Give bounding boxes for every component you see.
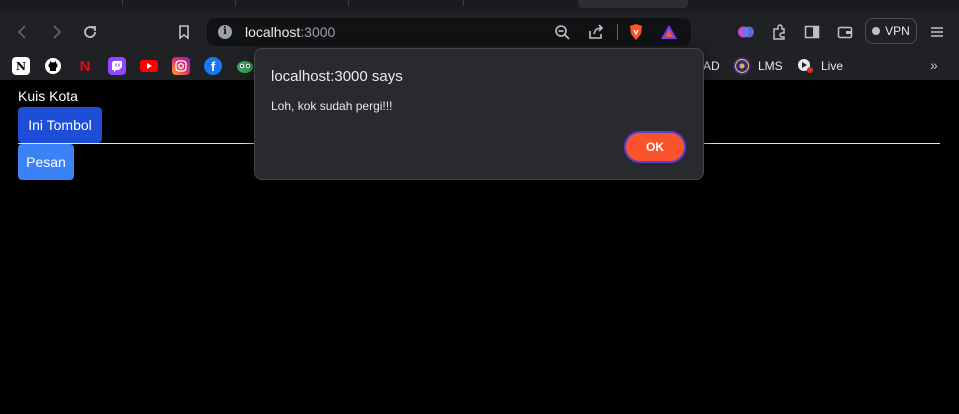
pesan-button[interactable]: Pesan xyxy=(18,144,74,180)
ok-button[interactable]: OK xyxy=(624,131,686,163)
sidebar-icon[interactable] xyxy=(803,23,821,41)
bookmark-lms-label[interactable]: LMS xyxy=(758,59,783,73)
dialog-message: Loh, kok sudah pergi!!! xyxy=(271,99,393,113)
back-arrow-icon xyxy=(17,25,26,39)
tab-separator xyxy=(122,0,123,6)
tab-strip xyxy=(0,0,959,12)
tab-separator xyxy=(348,0,349,6)
alert-dialog: localhost:3000 says Loh, kok sudah pergi… xyxy=(254,48,704,180)
twitch-icon[interactable] xyxy=(108,57,126,75)
netflix-icon[interactable]: N xyxy=(76,57,94,75)
leo-ai-icon[interactable] xyxy=(737,23,755,41)
bookmarks-overflow-icon[interactable]: » xyxy=(930,57,938,73)
owl-icon[interactable] xyxy=(236,57,254,75)
bookmark-ad-label[interactable]: AD xyxy=(703,59,720,73)
reload-icon xyxy=(84,26,96,38)
ini-tombol-button[interactable]: Ini Tombol xyxy=(18,107,102,143)
dialog-title: localhost:3000 says xyxy=(271,68,403,85)
vpn-button[interactable]: VPN xyxy=(865,18,917,44)
lms-icon[interactable] xyxy=(733,57,751,75)
facebook-icon[interactable]: f xyxy=(204,57,222,75)
brave-rewards-icon[interactable] xyxy=(660,23,678,41)
vpn-label: VPN xyxy=(885,24,910,38)
active-tab[interactable] xyxy=(578,0,688,8)
bookmark-page-button[interactable] xyxy=(174,22,194,42)
back-button[interactable] xyxy=(13,22,33,42)
menu-icon[interactable] xyxy=(928,23,946,41)
github-icon[interactable] xyxy=(44,57,62,75)
url-text: localhost:3000 xyxy=(245,24,336,40)
extensions-icon[interactable] xyxy=(770,23,788,41)
site-info-icon[interactable]: i xyxy=(218,25,232,39)
forward-arrow-icon xyxy=(53,25,62,39)
page-title: Kuis Kota xyxy=(18,88,78,104)
vpn-status-icon xyxy=(872,27,881,35)
share-icon[interactable] xyxy=(587,23,605,41)
brave-shields-icon[interactable] xyxy=(627,23,645,41)
youtube-icon[interactable] xyxy=(140,57,158,75)
tab-separator xyxy=(463,0,464,6)
bookmark-live-label[interactable]: Live xyxy=(821,59,843,73)
live-icon[interactable] xyxy=(796,57,814,75)
reload-button[interactable] xyxy=(80,22,100,42)
wallet-icon[interactable] xyxy=(836,23,854,41)
instagram-icon[interactable] xyxy=(172,57,190,75)
address-bar[interactable]: i localhost:3000 xyxy=(207,18,691,46)
zoom-icon[interactable] xyxy=(553,23,571,41)
notion-icon[interactable]: N xyxy=(12,57,30,75)
tab-separator xyxy=(235,0,236,6)
bookmark-icon xyxy=(179,25,189,40)
browser-toolbar: i localhost:3000 VPN xyxy=(0,12,959,52)
omnibox-divider xyxy=(617,24,618,40)
forward-button[interactable] xyxy=(46,22,66,42)
